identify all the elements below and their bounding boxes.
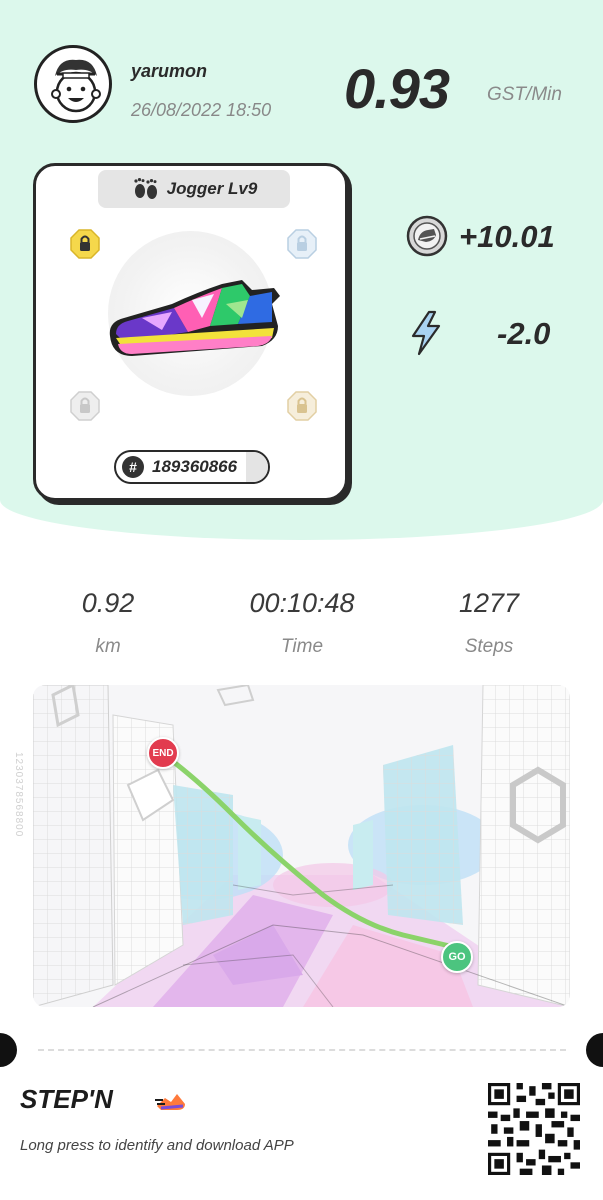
- energy-cost: -2.0: [497, 316, 551, 351]
- stat-value: 1277: [458, 588, 520, 618]
- stat-distance: 0.92 km: [18, 588, 198, 658]
- stat-value: 0.92: [81, 588, 135, 618]
- stat-steps: 1277 Steps: [399, 588, 579, 658]
- avatar[interactable]: [34, 45, 112, 123]
- sneaker-card[interactable]: Jogger Lv9 # 189360866: [33, 163, 348, 501]
- lightning-icon: [411, 310, 441, 356]
- ticket-notch-right: [586, 1033, 603, 1067]
- gst-reward: +10.01: [459, 219, 555, 254]
- locked-gem-slot-icon[interactable]: [69, 228, 101, 260]
- sneaker-type-tab: Jogger Lv9: [98, 170, 290, 208]
- brand-logo: STEP'N: [20, 1084, 113, 1114]
- dashed-divider: [38, 1049, 566, 1051]
- sneaker-type-label: Jogger Lv9: [166, 179, 258, 198]
- stat-label: km: [95, 636, 121, 657]
- route-end-marker: END: [147, 737, 179, 769]
- earning-unit: GST/Min: [487, 84, 562, 105]
- earning-rate: 0.93: [344, 57, 450, 120]
- session-datetime: 26/08/2022 18:50: [131, 100, 272, 120]
- stat-value: 00:10:48: [249, 588, 355, 618]
- route-start-marker: GO: [441, 941, 473, 973]
- stat-label: Steps: [464, 636, 514, 657]
- footprints-icon: [134, 178, 157, 199]
- hash-icon: #: [122, 456, 144, 478]
- stat-label: Time: [280, 636, 324, 657]
- stat-time: 00:10:48 Time: [212, 588, 392, 658]
- go-label: GO: [448, 951, 466, 963]
- username: yarumon: [131, 61, 208, 81]
- locked-gem-slot-icon[interactable]: [286, 228, 318, 260]
- brand-shoe-icon: [155, 1094, 185, 1110]
- route-map[interactable]: END GO: [33, 685, 570, 1007]
- qr-code-icon[interactable]: [488, 1083, 580, 1175]
- sneaker-id: 189360866: [152, 457, 238, 476]
- badge-shade: [246, 452, 268, 482]
- ticket-notch-left: [0, 1033, 17, 1067]
- locked-gem-slot-icon[interactable]: [286, 390, 318, 422]
- end-label: END: [152, 747, 174, 759]
- sneaker-id-badge: # 189360866: [114, 450, 270, 484]
- city-illustration: [33, 685, 570, 1007]
- sneaker-image: [109, 280, 281, 356]
- locked-gem-slot-icon[interactable]: [69, 390, 101, 422]
- download-tagline: Long press to identify and download APP: [20, 1137, 294, 1154]
- gst-token-icon: [406, 215, 448, 257]
- side-serial-code: 1230378568800: [13, 752, 24, 838]
